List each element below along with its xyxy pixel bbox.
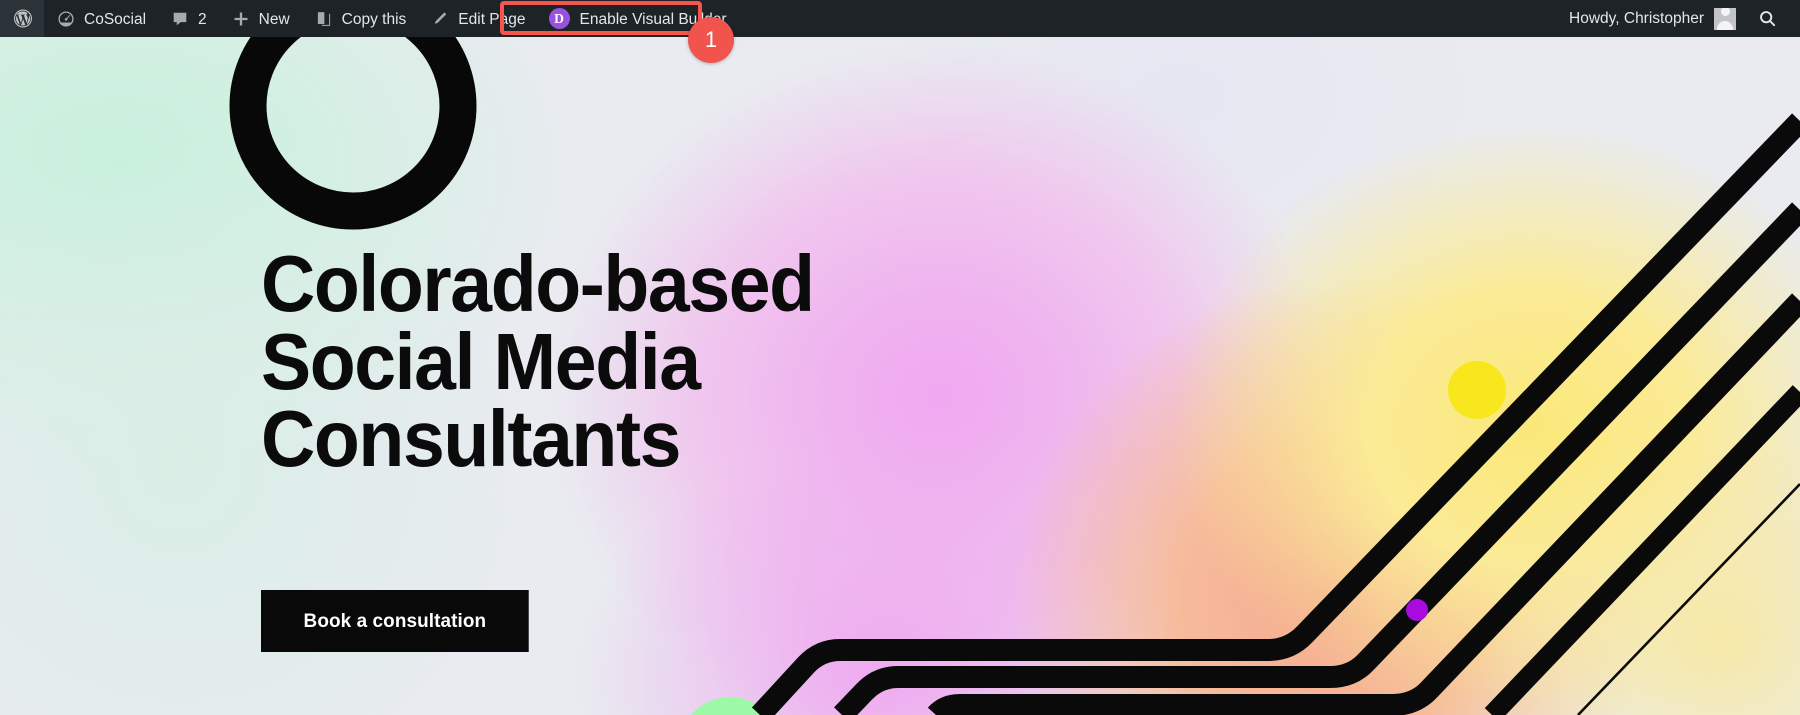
admin-bar-right-group: Howdy, Christopher	[1557, 0, 1800, 37]
admin-bar-item-edit-page[interactable]: Edit Page	[418, 0, 537, 37]
search-icon	[1757, 9, 1777, 29]
divi-logo-icon: D	[548, 8, 570, 29]
wordpress-logo-icon	[13, 9, 33, 29]
site-name-label: CoSocial	[84, 10, 147, 28]
comment-count-label: 2	[198, 10, 207, 28]
admin-bar-search-button[interactable]	[1748, 0, 1786, 37]
admin-bar-item-comments[interactable]: 2	[158, 0, 219, 37]
admin-bar-item-new-content[interactable]: New	[219, 0, 302, 37]
admin-bar-left-group: CoSocial 2 New Copy this Edit Page D Ena…	[0, 0, 740, 37]
copy-pages-icon	[314, 9, 334, 29]
book-consultation-button[interactable]: Book a consultation	[261, 590, 529, 652]
howdy-greeting-label: Howdy, Christopher	[1569, 9, 1704, 27]
admin-bar-item-copy-this[interactable]: Copy this	[302, 0, 419, 37]
edit-page-label: Edit Page	[458, 10, 526, 28]
page-title: Colorado-based Social Media Consultants	[261, 239, 815, 484]
wp-admin-bar: CoSocial 2 New Copy this Edit Page D Ena…	[0, 0, 1800, 37]
avatar	[1714, 7, 1736, 30]
pencil-icon	[430, 9, 450, 29]
comment-icon	[170, 9, 190, 29]
copy-this-label: Copy this	[341, 10, 407, 28]
plus-icon	[231, 9, 251, 29]
wordpress-logo-menu[interactable]	[0, 0, 44, 37]
new-content-label: New	[258, 10, 290, 28]
admin-bar-item-site-name[interactable]: CoSocial	[44, 0, 158, 37]
hero-section: Colorado-based Social Media Consultants …	[0, 37, 1800, 715]
hero-content: Colorado-based Social Media Consultants …	[0, 37, 1800, 715]
account-menu[interactable]: Howdy, Christopher	[1557, 7, 1748, 30]
dashboard-icon	[56, 9, 76, 29]
step-number-badge: 1	[688, 17, 734, 63]
